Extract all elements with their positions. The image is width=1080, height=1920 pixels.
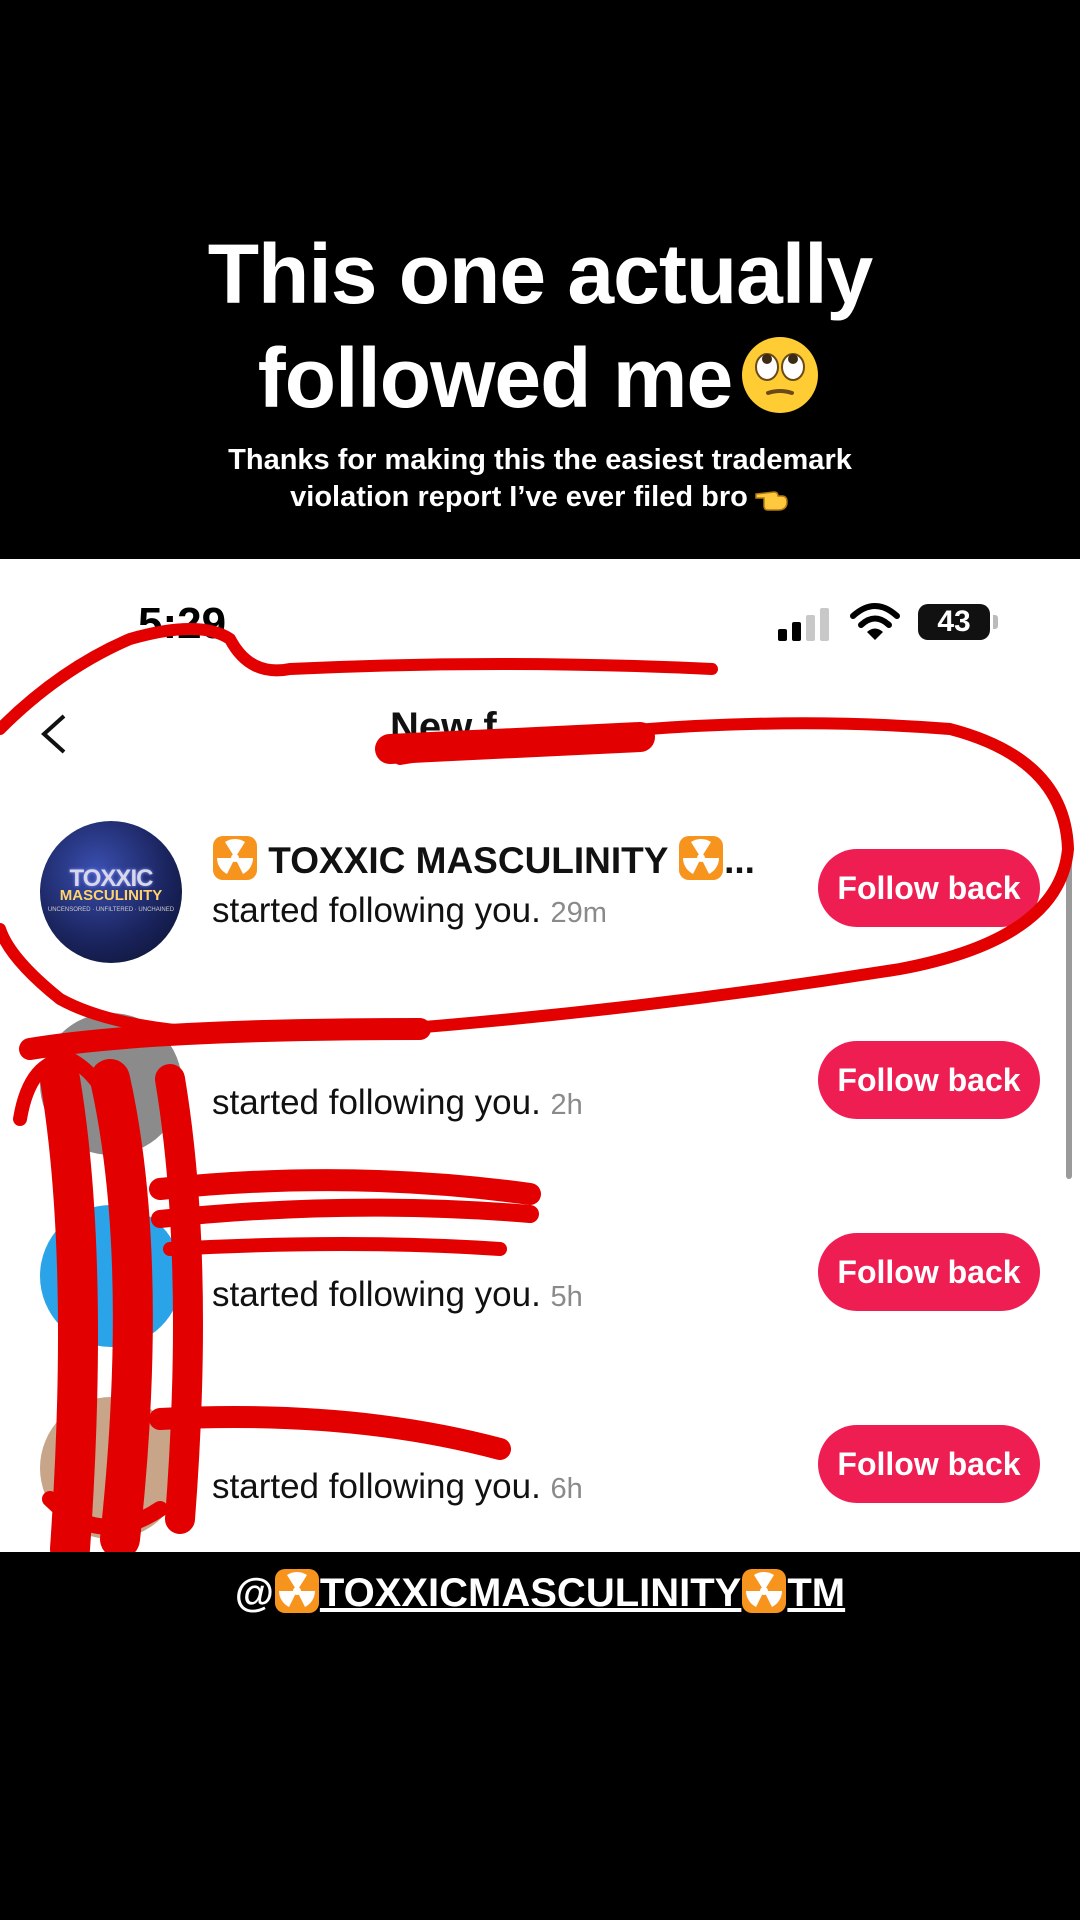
action-text: started following you.: [212, 1275, 541, 1314]
caption-line-2-text: followed me: [257, 331, 733, 425]
handle-text: TOXXICMASCULINITY: [319, 1571, 742, 1615]
cellular-signal-icon: [778, 608, 829, 641]
scrollbar[interactable]: [1066, 859, 1072, 1179]
avatar[interactable]: [40, 1205, 182, 1347]
wifi-icon: [850, 603, 900, 640]
battery-indicator: 43: [918, 604, 990, 640]
avatar[interactable]: [40, 1397, 182, 1539]
caption-title: This one actually followed me: [0, 222, 1080, 430]
notification-text: started following you. 29m: [212, 891, 607, 931]
follow-back-button[interactable]: Follow back: [818, 1041, 1040, 1119]
chevron-left-icon: [41, 714, 66, 754]
back-button[interactable]: [38, 709, 68, 769]
pointing-hand-emoji-icon: [755, 491, 788, 511]
notification-row[interactable]: started following you. 2h Follow back: [0, 1005, 1080, 1155]
radioactive-emoji-icon: [679, 836, 724, 880]
notification-text: started following you. 2h: [212, 1083, 583, 1123]
eye-roll-emoji-icon: [742, 337, 819, 413]
subtitle-line-2: violation report I’ve ever filed bro: [0, 479, 1080, 516]
battery-tip: [993, 615, 998, 629]
caption-subtitle: Thanks for making this the easiest trade…: [0, 442, 1080, 516]
timestamp: 6h: [550, 1473, 583, 1505]
username[interactable]: TOXXIC MASCULINITY ...: [212, 835, 755, 882]
radioactive-emoji-icon: [742, 1569, 787, 1613]
action-text: started following you.: [212, 1083, 541, 1122]
username-text: TOXXIC MASCULINITY: [268, 840, 668, 881]
radioactive-emoji-icon: [213, 836, 257, 880]
notification-row[interactable]: TOXXIC MASCULINITY UNCENSORED · UNFILTER…: [0, 813, 1080, 963]
subtitle-line-1: Thanks for making this the easiest trade…: [228, 444, 852, 476]
notification-row[interactable]: started following you. 5h Follow back: [0, 1197, 1080, 1347]
notification-text: started following you. 6h: [212, 1467, 583, 1507]
notification-text: started following you. 5h: [212, 1275, 583, 1315]
caption-line-1: This one actually: [207, 227, 874, 321]
handle-suffix: TM: [787, 1571, 846, 1615]
timestamp: 29m: [550, 897, 607, 929]
username-ellipsis: ...: [724, 840, 755, 881]
creator-handle-link[interactable]: @ TOXXICMASCULINITY TM: [0, 1568, 1080, 1616]
avatar-logo-tagline: UNCENSORED · UNFILTERED · UNCHAINED: [47, 907, 175, 913]
page-title: New f: [390, 705, 497, 745]
handle-at: @: [234, 1571, 274, 1615]
subtitle-line-2-text: violation report I’ve ever filed bro: [290, 481, 748, 513]
follow-back-button[interactable]: Follow back: [818, 849, 1040, 927]
timestamp: 2h: [550, 1089, 583, 1121]
notification-row[interactable]: started following you. 6h Follow back: [0, 1389, 1080, 1539]
action-text: started following you.: [212, 891, 541, 930]
handle-underlined: TOXXICMASCULINITY TM: [274, 1569, 846, 1615]
radioactive-emoji-icon: [274, 1569, 319, 1613]
status-time: 5:29: [138, 599, 227, 648]
follow-back-button[interactable]: Follow back: [818, 1425, 1040, 1503]
avatar-logo-subtext: MASCULINITY: [59, 887, 163, 904]
avatar[interactable]: TOXXIC MASCULINITY UNCENSORED · UNFILTER…: [40, 821, 182, 963]
caption-line-2: followed me: [0, 326, 1080, 430]
notifications-screenshot: 5:29 43 New f TOXXIC MASCULINITY UNCENSO…: [0, 559, 1080, 1552]
action-text: started following you.: [212, 1467, 541, 1506]
avatar[interactable]: [40, 1013, 182, 1155]
timestamp: 5h: [550, 1281, 583, 1313]
follow-back-button[interactable]: Follow back: [818, 1233, 1040, 1311]
